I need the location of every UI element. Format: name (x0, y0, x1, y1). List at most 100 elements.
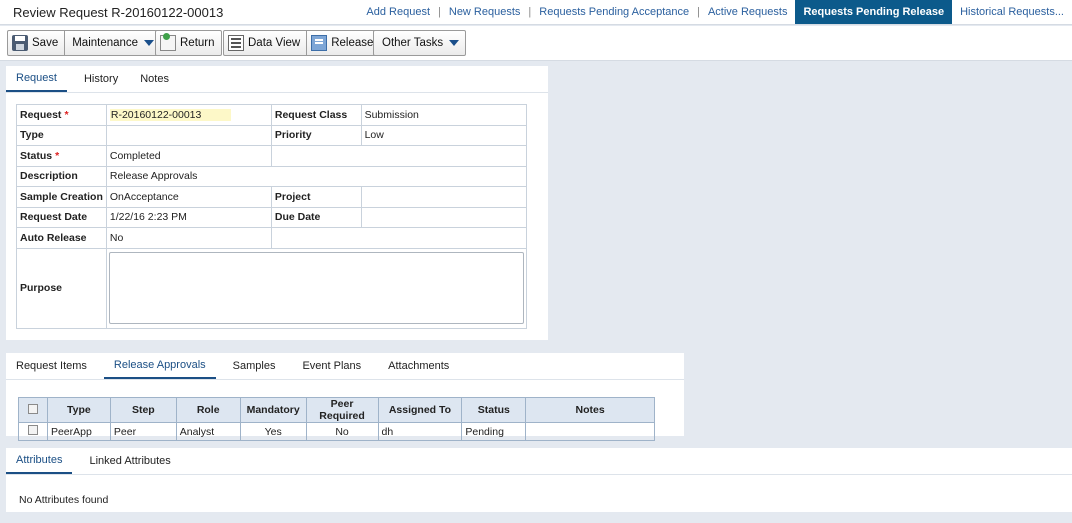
select-all-checkbox[interactable] (27, 403, 38, 414)
release-label: Release (331, 37, 374, 49)
cell-role: Analyst (175, 422, 241, 441)
request-date-value: 1/22/16 2:23 PM (105, 206, 272, 228)
tab-attachments[interactable]: Attachments (378, 353, 459, 379)
request-panel: Request History Notes Request * R-2016012… (6, 66, 548, 340)
page-title: Review Request R-20160122-00013 (13, 5, 224, 20)
description-label: Description (16, 165, 107, 187)
col-header-step[interactable]: Step (109, 397, 177, 423)
save-maintenance-group: Save Maintenance (7, 30, 162, 56)
items-tabs: Request Items Release Approvals Samples … (6, 353, 459, 379)
type-label: Type (16, 124, 107, 146)
col-header-status[interactable]: Status (461, 397, 527, 423)
cell-step: Peer (109, 422, 177, 441)
dataview-release-group: Data View Release (223, 30, 381, 56)
tab-history[interactable]: History (74, 66, 128, 92)
other-tasks-button[interactable]: Other Tasks (374, 31, 465, 55)
return-label: Return (180, 37, 215, 49)
col-header-mandatory[interactable]: Mandatory (239, 397, 307, 423)
cell-status: Pending (461, 422, 527, 441)
priority-label: Priority (270, 124, 362, 146)
status-value: Completed (105, 145, 272, 167)
chevron-down-icon (144, 40, 155, 46)
tab-request[interactable]: Request (6, 66, 67, 92)
col-header-notes[interactable]: Notes (525, 397, 655, 423)
priority-value: Low (360, 124, 527, 146)
request-label: Request * (16, 104, 107, 126)
request-date-label: Request Date (16, 206, 107, 228)
maintenance-label: Maintenance (72, 37, 139, 49)
purpose-cell (105, 247, 527, 329)
data-view-label: Data View (248, 37, 301, 49)
release-icon (311, 35, 328, 51)
nav-historical-requests[interactable]: Historical Requests... (952, 6, 1072, 18)
other-tasks-group: Other Tasks (373, 30, 467, 56)
tabs-divider (6, 92, 548, 93)
nav-active-requests[interactable]: Active Requests (700, 6, 795, 18)
header-bar: Review Request R-20160122-00013 Add Requ… (0, 0, 1072, 25)
project-value (360, 186, 527, 208)
tab-linked-attributes[interactable]: Linked Attributes (79, 448, 180, 474)
chevron-down-icon (449, 40, 460, 46)
release-approvals-grid: Type Step Role Mandatory Peer Required A… (18, 397, 655, 441)
tab-attributes[interactable]: Attributes (6, 448, 73, 474)
nav-add-request[interactable]: Add Request (358, 6, 438, 18)
tab-notes[interactable]: Notes (130, 66, 179, 92)
tab-samples[interactable]: Samples (223, 353, 286, 379)
save-icon (12, 35, 28, 51)
nav-new-requests[interactable]: New Requests (441, 6, 529, 18)
request-items-panel: Request Items Release Approvals Samples … (6, 353, 684, 441)
save-button[interactable]: Save (8, 31, 64, 55)
return-group: Return (155, 30, 222, 56)
cell-assigned-to: dh (377, 422, 463, 441)
type-value (105, 124, 272, 146)
request-form: Request * R-20160122-00013 Request Class … (16, 104, 527, 329)
cell-type: PeerApp (46, 422, 111, 441)
col-header-assigned-to[interactable]: Assigned To (377, 397, 463, 423)
request-class-label: Request Class (270, 104, 362, 126)
other-tasks-label: Other Tasks (382, 37, 444, 49)
due-date-value (360, 206, 527, 228)
cell-mandatory: Yes (239, 422, 307, 441)
attributes-tabs: Attributes Linked Attributes (6, 448, 181, 474)
col-header-type[interactable]: Type (46, 397, 111, 423)
purpose-textarea[interactable] (108, 252, 524, 324)
data-view-icon (228, 35, 244, 51)
col-header-peer-required[interactable]: Peer Required (305, 397, 379, 423)
nav-requests-pending-acceptance[interactable]: Requests Pending Acceptance (531, 6, 697, 18)
nav-requests-pending-release[interactable]: Requests Pending Release (795, 0, 953, 24)
top-nav: Add Request | New Requests | Requests Pe… (358, 0, 1072, 24)
description-value: Release Approvals (105, 165, 527, 187)
tabs-divider (6, 474, 1072, 475)
table-row[interactable]: PeerApp Peer Analyst Yes No dh Pending (18, 422, 655, 441)
tab-request-items[interactable]: Request Items (6, 353, 97, 379)
tab-release-approvals[interactable]: Release Approvals (103, 353, 216, 379)
select-all-header[interactable] (18, 397, 48, 423)
save-label: Save (32, 37, 59, 49)
project-label: Project (270, 186, 362, 208)
auto-release-label: Auto Release (16, 227, 107, 249)
request-value: R-20160122-00013 (109, 108, 231, 121)
grid-header-row: Type Step Role Mandatory Peer Required A… (18, 397, 655, 423)
return-button[interactable]: Return (156, 31, 221, 55)
due-date-label: Due Date (270, 206, 362, 228)
cell-peer-required: No (305, 422, 379, 441)
maintenance-button[interactable]: Maintenance (64, 31, 160, 55)
col-header-role[interactable]: Role (175, 397, 241, 423)
request-field[interactable]: R-20160122-00013 (105, 104, 272, 126)
row-select-cell[interactable] (18, 422, 48, 441)
data-view-button[interactable]: Data View (224, 31, 306, 55)
status-label: Status * (16, 145, 107, 167)
release-button[interactable]: Release (306, 31, 379, 55)
request-tabs: Request History Notes (6, 66, 179, 92)
tab-event-plans[interactable]: Event Plans (292, 353, 371, 379)
attributes-panel: Attributes Linked Attributes No Attribut… (6, 448, 1072, 512)
sample-creation-value: OnAcceptance (105, 186, 272, 208)
purpose-label: Purpose (16, 247, 107, 329)
sample-creation-label: Sample Creation (16, 186, 107, 208)
toolbar: Save Maintenance Return Data View Releas… (0, 26, 1072, 61)
auto-release-value: No (105, 227, 272, 249)
request-class-value: Submission (360, 104, 527, 126)
row-checkbox[interactable] (27, 425, 38, 435)
empty-cell (270, 227, 527, 249)
return-icon (160, 33, 176, 51)
